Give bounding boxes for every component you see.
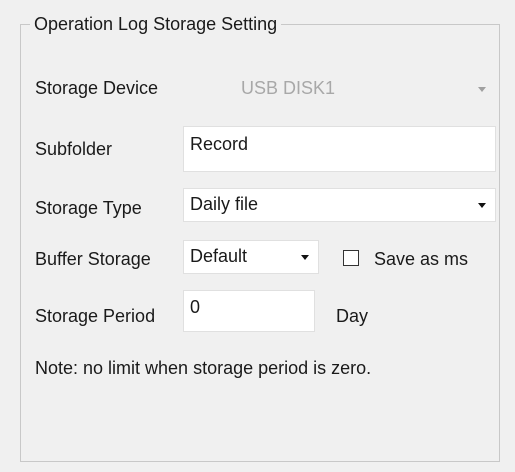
settings-panel: Operation Log Storage Setting Storage De… <box>0 0 515 472</box>
chevron-down-icon <box>469 189 495 221</box>
storage-period-input[interactable]: 0 <box>183 290 315 332</box>
storage-period-unit: Day <box>336 306 369 326</box>
storage-period-value: 0 <box>190 297 201 317</box>
subfolder-label: Subfolder <box>35 139 113 159</box>
storage-device-label: Storage Device <box>35 78 159 98</box>
storage-device-select[interactable]: USB DISK1 <box>234 75 496 103</box>
storage-type-value: Daily file <box>190 194 259 214</box>
note-text: Note: no limit when storage period is ze… <box>35 358 372 378</box>
buffer-storage-label: Buffer Storage <box>35 249 151 269</box>
storage-type-select[interactable]: Daily file <box>183 188 496 222</box>
storage-device-value: USB DISK1 <box>241 78 336 98</box>
chevron-down-icon <box>292 241 318 273</box>
storage-type-label: Storage Type <box>35 198 142 218</box>
save-as-ms-label[interactable]: Save as ms <box>374 247 468 271</box>
save-as-ms-checkbox[interactable] <box>343 250 359 266</box>
buffer-storage-select[interactable]: Default <box>183 240 319 274</box>
group-title: Operation Log Storage Setting <box>30 12 282 36</box>
storage-period-label: Storage Period <box>35 306 156 326</box>
subfolder-value: Record <box>190 134 249 154</box>
subfolder-input[interactable]: Record <box>183 126 496 172</box>
buffer-storage-value: Default <box>190 246 248 266</box>
chevron-down-icon <box>469 76 495 102</box>
